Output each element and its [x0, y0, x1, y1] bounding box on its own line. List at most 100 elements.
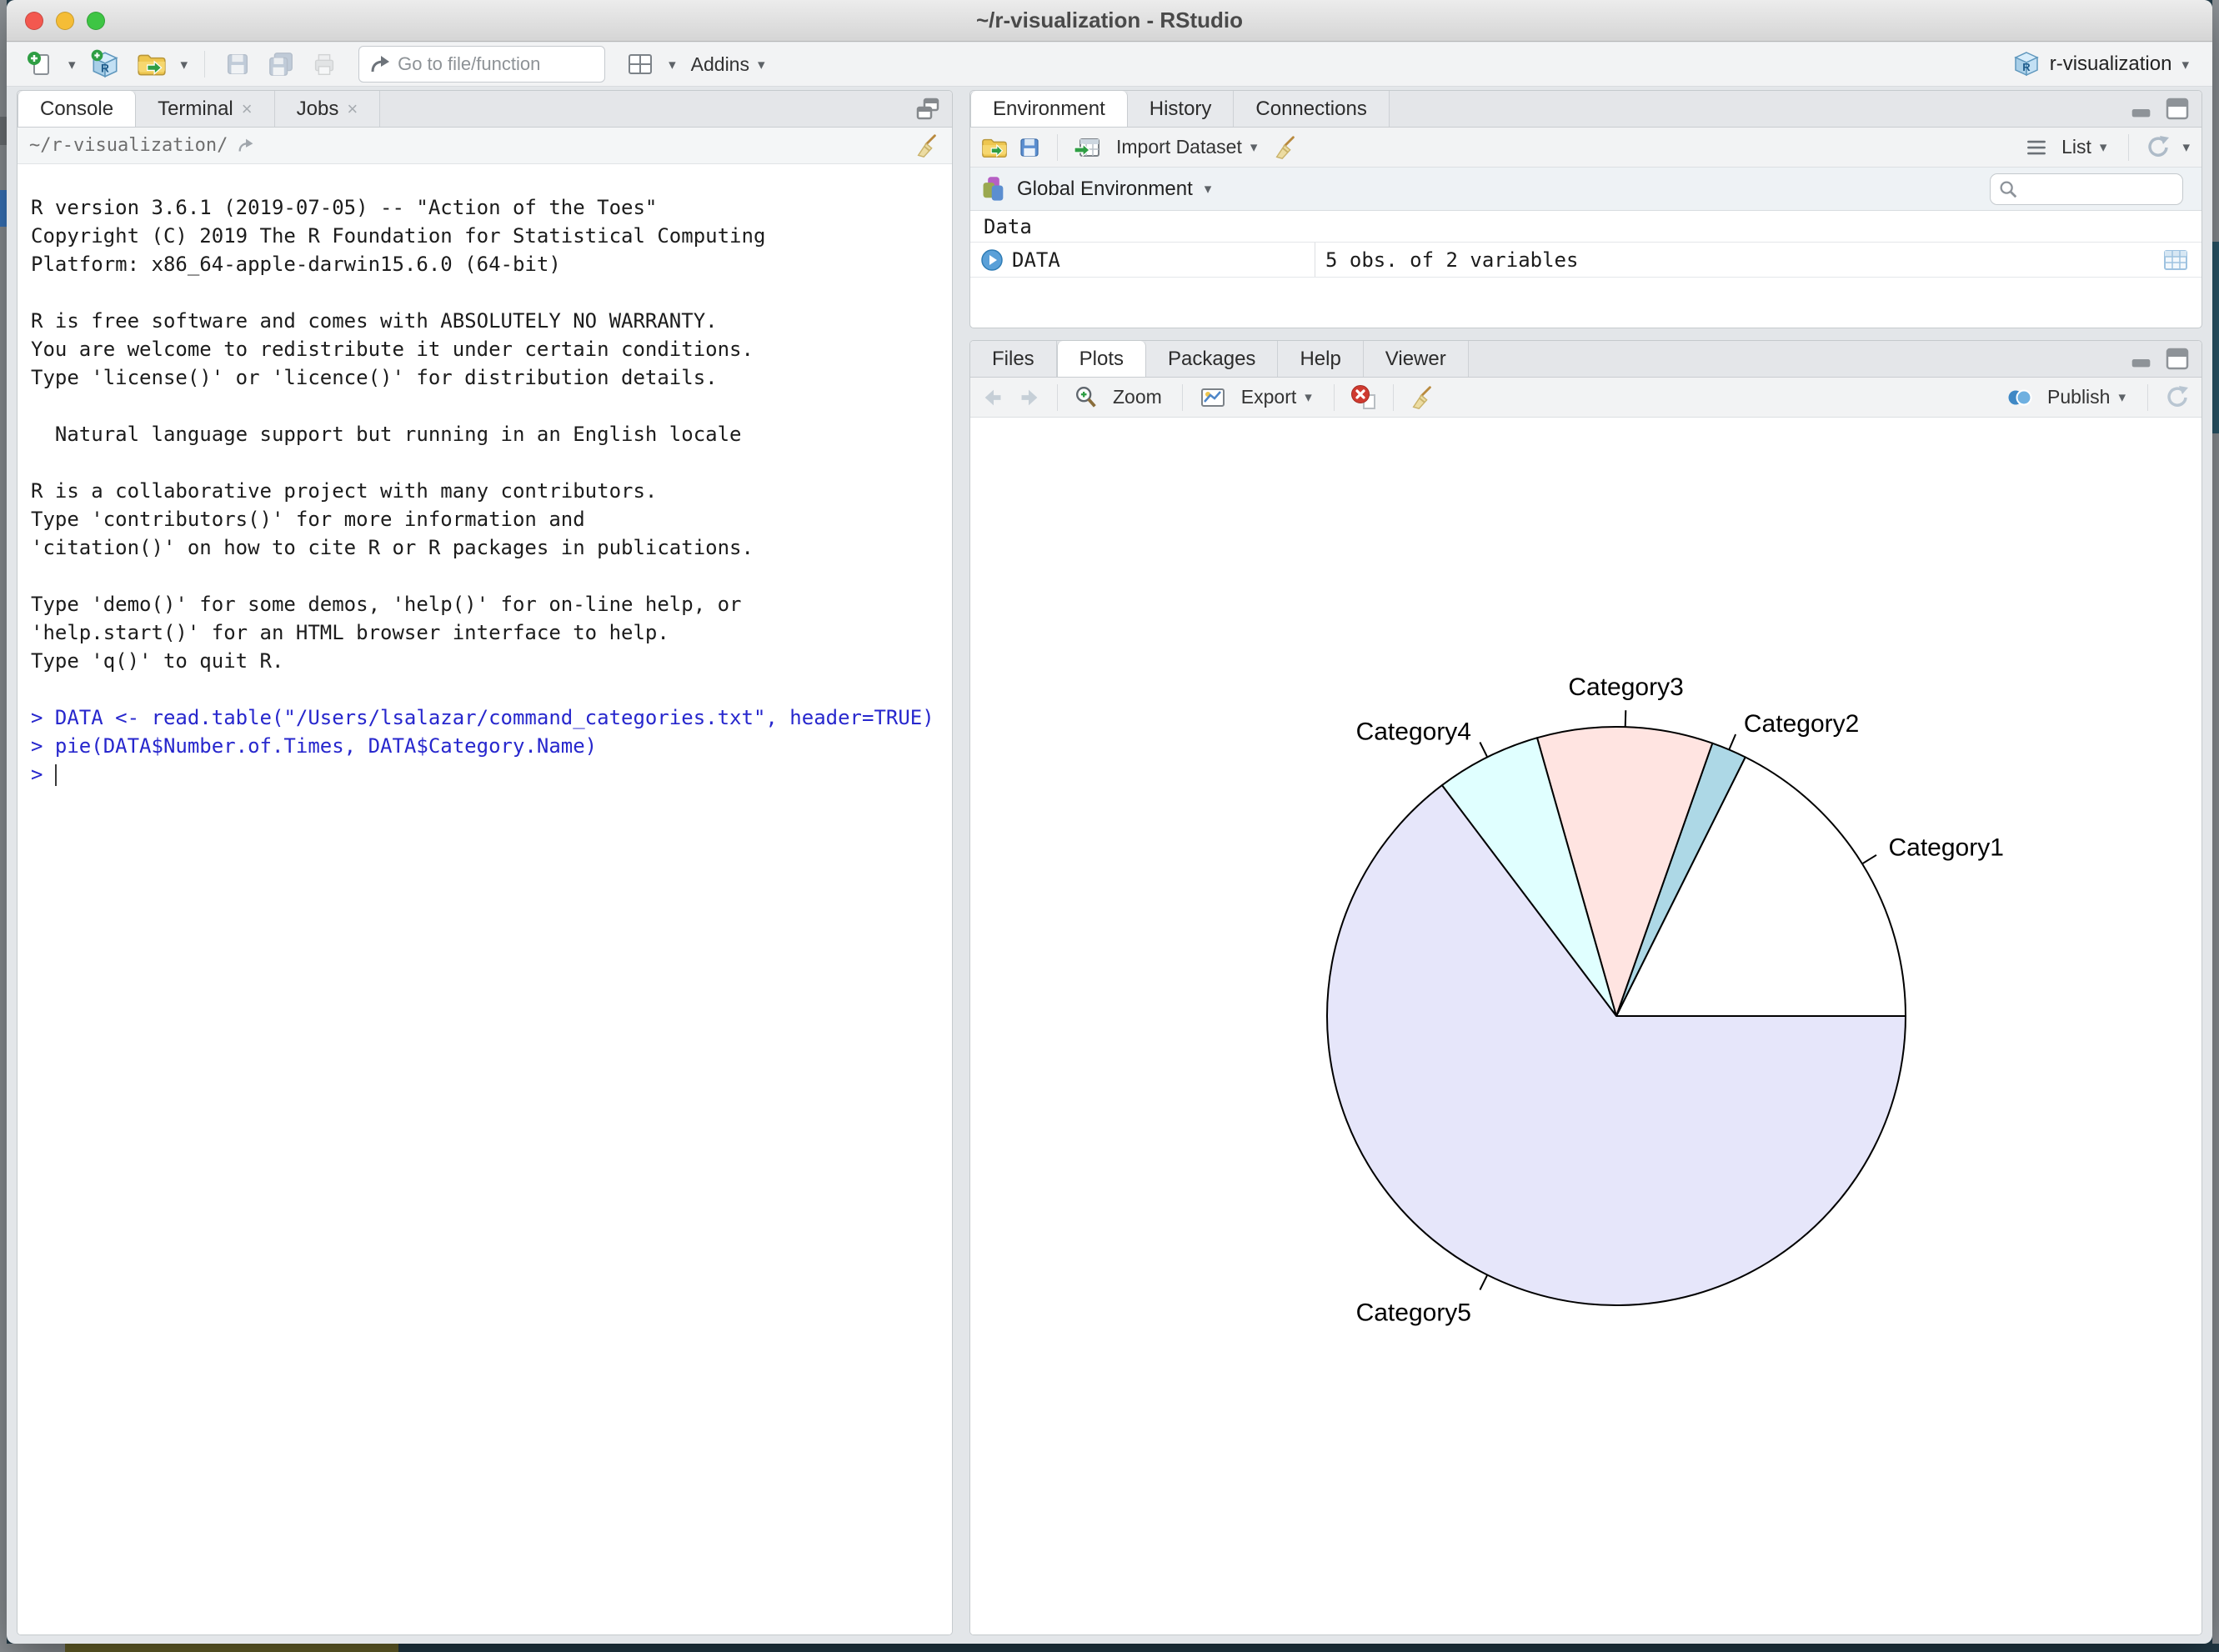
refresh-plot-icon[interactable]	[2163, 383, 2191, 412]
pie-label-Category1: Category1	[1889, 834, 2004, 862]
maximize-pane-icon[interactable]	[2163, 345, 2191, 373]
project-menu-button[interactable]: R r-visualization ▾	[2005, 46, 2197, 83]
minimize-pane-icon[interactable]	[2128, 346, 2155, 373]
screen: ~/r-visualization - RStudio ▾ R ▾	[0, 0, 2219, 1652]
export-plot-icon[interactable]	[1198, 383, 1228, 412]
toolbar-separator	[1057, 134, 1058, 161]
project-cube-icon: R	[2011, 49, 2041, 79]
import-dataset-icon[interactable]	[1073, 133, 1103, 162]
console-output[interactable]: R version 3.6.1 (2019-07-05) -- "Action …	[18, 165, 952, 1634]
export-plot-button[interactable]: Export ▾	[1236, 383, 1319, 412]
import-dataset-button[interactable]: Import Dataset ▾	[1111, 133, 1264, 162]
save-all-button[interactable]	[263, 47, 298, 82]
previous-plot-icon[interactable]	[980, 384, 1007, 411]
goto-file-input[interactable]	[398, 53, 638, 75]
open-recent-caret[interactable]: ▾	[179, 56, 190, 73]
rstudio-window: ~/r-visualization - RStudio ▾ R ▾	[7, 0, 2212, 1644]
workspace-panes-button[interactable]	[622, 46, 659, 83]
toolbar-separator	[1182, 384, 1183, 411]
next-plot-icon[interactable]	[1015, 384, 1042, 411]
refresh-environment-caret[interactable]: ▾	[2181, 138, 2191, 156]
background-selection-fragment	[0, 190, 7, 227]
console-path-bar: ~/r-visualization/	[18, 128, 952, 164]
environment-search-box[interactable]	[1990, 173, 2183, 205]
zoom-window-button[interactable]	[87, 12, 105, 30]
tab-jobs[interactable]: Jobs ×	[275, 91, 381, 127]
goto-file-box[interactable]	[358, 46, 605, 83]
minimize-window-button[interactable]	[56, 12, 74, 30]
tab-console[interactable]: Console	[18, 91, 136, 127]
desktop-wallpaper-fragment	[2212, 242, 2219, 433]
console-text-line: 'help.start()' for an HTML browser inter…	[31, 618, 944, 647]
tab-viewer[interactable]: Viewer	[1364, 341, 1469, 377]
project-menu-caret: ▾	[2180, 56, 2191, 73]
expand-object-icon[interactable]	[980, 248, 1004, 272]
traffic-lights	[25, 0, 105, 42]
refresh-environment-icon[interactable]	[2144, 133, 2172, 162]
pie-label-Category3: Category3	[1568, 673, 1683, 701]
publish-icon[interactable]	[2006, 384, 2034, 411]
view-table-icon[interactable]	[2161, 248, 2190, 273]
clear-all-plots-icon[interactable]	[1409, 384, 1435, 411]
console-text-line	[31, 675, 944, 703]
plots-pane: Files Plots Packages Help Viewer	[969, 340, 2202, 1635]
print-button[interactable]	[307, 47, 342, 82]
tab-connections[interactable]: Connections	[1234, 91, 1389, 127]
environment-search-input[interactable]	[2024, 179, 2176, 199]
desktop-edge-bottom	[0, 1644, 2219, 1652]
pie-label-tick	[1862, 855, 1876, 864]
restore-panes-icon[interactable]	[914, 95, 942, 123]
environment-object-row[interactable]: DATA 5 obs. of 2 variables	[970, 243, 2201, 278]
console-text-line: Copyright (C) 2019 The R Foundation for …	[31, 222, 944, 250]
close-tab-icon[interactable]: ×	[347, 98, 358, 120]
console-text-line: 'citation()' on how to cite R or R packa…	[31, 533, 944, 562]
console-text-line: Type 'license()' or 'licence()' for dist…	[31, 363, 944, 392]
console-text-line: R is a collaborative project with many c…	[31, 477, 944, 505]
save-all-icon	[267, 50, 295, 78]
tab-packages[interactable]: Packages	[1146, 341, 1278, 377]
zoom-plot-icon[interactable]	[1073, 384, 1099, 411]
console-text-line	[31, 392, 944, 420]
background-window-fragment	[0, 117, 7, 145]
pane-layout-caret[interactable]: ▾	[667, 56, 678, 73]
publish-button[interactable]: Publish ▾	[2042, 383, 2132, 412]
tab-help[interactable]: Help	[1278, 341, 1363, 377]
clear-environment-icon[interactable]	[1272, 134, 1299, 161]
new-project-button[interactable]: R	[86, 45, 124, 83]
close-tab-icon[interactable]: ×	[242, 98, 253, 120]
close-window-button[interactable]	[25, 12, 43, 30]
new-file-caret[interactable]: ▾	[67, 56, 78, 73]
addins-caret: ▾	[756, 56, 767, 73]
console-pane: Console Terminal × Jobs × ~/r	[17, 90, 953, 1635]
console-text-line: Type 'demo()' for some demos, 'help()' f…	[31, 590, 944, 618]
list-view-caret: ▾	[2098, 138, 2109, 156]
window-titlebar[interactable]: ~/r-visualization - RStudio	[7, 0, 2212, 42]
toolbar-separator	[2147, 384, 2148, 411]
remove-plot-icon[interactable]	[1350, 383, 1378, 412]
environment-toolbar: Import Dataset ▾ List ▾ ▾	[970, 128, 2201, 168]
desktop-fragment-olive	[65, 1644, 398, 1652]
tab-history[interactable]: History	[1128, 91, 1235, 127]
open-file-button[interactable]	[133, 46, 171, 83]
open-in-files-icon[interactable]	[236, 135, 258, 157]
environment-tabbar: Environment History Connections	[970, 91, 2201, 128]
zoom-plot-button[interactable]: Zoom	[1108, 383, 1167, 412]
save-workspace-icon[interactable]	[1017, 135, 1042, 160]
save-button[interactable]	[220, 47, 255, 82]
tab-terminal[interactable]: Terminal ×	[136, 91, 275, 127]
new-file-button[interactable]	[22, 46, 58, 83]
project-name: r-visualization	[2050, 53, 2172, 76]
list-view-icon[interactable]	[2025, 136, 2048, 159]
load-workspace-icon[interactable]	[980, 134, 1009, 161]
tab-files[interactable]: Files	[970, 341, 1057, 377]
addins-button[interactable]: Addins ▾	[686, 50, 772, 79]
object-summary: 5 obs. of 2 variables	[1315, 248, 2161, 272]
minimize-pane-icon[interactable]	[2128, 96, 2155, 123]
environment-scope-label[interactable]: Global Environment	[1017, 178, 1193, 201]
list-view-button[interactable]: List ▾	[2056, 133, 2113, 162]
tab-environment[interactable]: Environment	[970, 91, 1128, 127]
tab-plots[interactable]: Plots	[1057, 341, 1146, 377]
environment-scope-caret[interactable]: ▾	[1203, 180, 1214, 198]
maximize-pane-icon[interactable]	[2163, 95, 2191, 123]
clear-console-icon[interactable]	[914, 133, 940, 159]
